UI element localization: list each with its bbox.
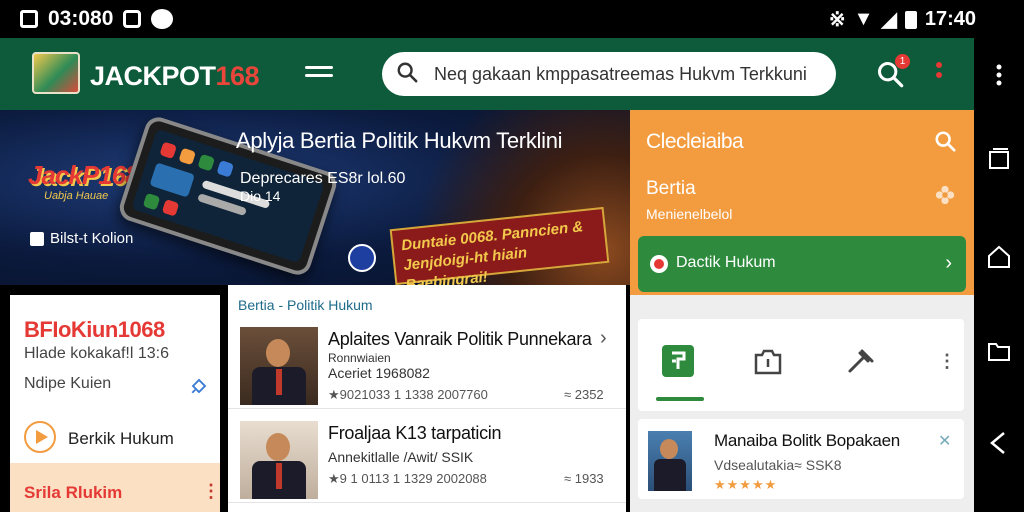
panel-title: Clecleiaiba [646,130,744,153]
close-icon[interactable]: ✕ [938,431,951,451]
tab-bar: ⋮ [638,319,964,411]
news-title: Aplaites Vanraik Politik Punnekara [328,329,592,349]
banner-logo: JackP168 [28,160,140,190]
search-icon [397,62,418,83]
tab-hammer-icon[interactable] [842,343,878,379]
tab-home-icon[interactable] [660,343,696,379]
status-left: 03:080 [20,7,174,31]
recent-apps-icon[interactable] [986,146,1012,172]
news-item[interactable]: Aplaites Vanraik Politik Punnekara Ronnw… [228,317,626,409]
news-list: Bertia - Politik Hukum Aplaites Vanraik … [228,285,626,512]
pin-icon[interactable] [190,377,208,395]
brand-text: JACKPOT [90,61,216,91]
app-brand[interactable]: JACKPOT168 [90,61,260,92]
status-right: ※ ▼ ◢ 17:40 [829,7,976,32]
active-tab-indicator [656,397,704,401]
panel-search-icon[interactable] [934,130,956,152]
chevron-right-icon[interactable]: › [600,327,607,350]
home-icon[interactable] [986,244,1012,270]
news-subtitle: Ronnwiaien [328,351,391,365]
search-input[interactable] [434,52,824,96]
search-bar[interactable] [382,52,836,96]
side-card-subtitle-2: Ndipe Kuien [24,375,112,392]
more-options-icon[interactable]: ⋮ [938,351,956,372]
side-card-title: BFIoKiun1068 [24,317,165,342]
news-item[interactable]: Froaljaa K13 tarpaticin Annekitlalle /Aw… [228,411,626,503]
chevron-right-icon: › [945,252,952,274]
overflow-icon[interactable] [986,62,1012,88]
banner-checkbox[interactable]: Bilst-t Kolion [30,230,133,247]
category-panel: Clecleiaiba Bertia Menienelbelol Dactik … [630,110,975,295]
right-panel: ⋮ Manaiba Bolitk Bopakaen Vdsealutakia≈ … [630,295,975,512]
side-card-footer-label: Srila Rlukim [24,483,123,502]
tab-share-icon[interactable] [750,343,786,379]
signal-icon: ◢ [881,9,897,31]
rating-stars: ★★★★★ [714,477,778,492]
side-card-footer[interactable]: Srila Rlukim ⋮ [10,463,220,512]
back-icon[interactable] [986,430,1012,456]
checkbox-label: Bilst-t Kolion [50,230,134,247]
record-icon [650,255,668,273]
news-thumbnail [240,327,318,405]
news-title: Froaljaa K13 tarpaticin [328,423,502,443]
related-item[interactable]: Manaiba Bolitk Bopakaen Vdsealutakia≈ SS… [638,419,964,499]
news-meta: ★9 1 0113 1 1329 2002088 [328,471,487,486]
seal-icon [348,244,376,272]
notification-badge: 1 [895,54,910,69]
banner-title: Aplyja Bertia Politik Hukvm Terklini [236,128,563,153]
news-subtitle: Annekitlalle /Awit/ SSIK [328,449,474,465]
menu-button[interactable] [305,66,333,82]
panel-subtitle: Bertia [646,178,696,199]
phone-screen: 03:080 ※ ▼ ◢ 17:40 JACKPOT168 1 JackP168… [0,0,1024,512]
chat-icon [151,9,174,29]
banner-logo-tagline: Uabja Hauae [44,190,109,202]
panel-subtitle-2: Menienelbelol [646,206,733,222]
play-label[interactable]: Berkik Hukum [68,429,174,449]
settings-icon [123,10,142,28]
related-thumbnail [648,431,692,491]
notification-icon [20,10,38,28]
wifi-icon: ▼ [853,8,874,30]
promo-banner[interactable]: JackP168 Uabja Hauae Bilst-t Kolion Aply… [0,110,630,285]
related-subtitle: Vdsealutakia≈ SSK8 [714,457,842,473]
category-link-button[interactable]: Dactik Hukum › [638,236,966,292]
news-thumbnail [240,421,318,499]
news-section-header: Bertia - Politik Hukum [238,297,373,313]
battery-icon [904,10,917,29]
more-options-icon[interactable]: ⋮ [202,481,220,502]
banner-subtitle: Deprecares ES8r lol.60 [240,170,406,187]
more-options-button[interactable] [936,62,944,88]
side-card-subtitle: Hlade kokakaf!l 13:6 [24,345,169,362]
flower-icon[interactable] [934,184,956,206]
category-link-label: Dactik Hukum [676,254,776,271]
bluetooth-icon: ※ [828,9,846,31]
checkbox-icon [30,231,44,246]
brand-number: 168 [215,61,260,91]
app-bar: JACKPOT168 1 [0,38,975,110]
news-count: ≈ 2352 [564,387,604,402]
news-meta: ★9021033 1 1338 2007760 [328,387,488,402]
app-logo-image[interactable] [32,52,80,94]
news-count: ≈ 1933 [564,471,604,486]
news-subtitle-2: Aceriet 1968082 [328,365,430,381]
system-nav-bar [974,38,1024,512]
folder-icon[interactable] [986,338,1012,364]
status-clock: 17:40 [924,8,976,30]
play-icon[interactable] [24,421,56,453]
side-card: BFIoKiun1068 Hlade kokakaf!l 13:6 Ndipe … [10,295,220,512]
status-time: 03:080 [48,7,114,30]
related-title: Manaiba Bolitk Bopakaen [714,431,900,450]
status-bar: 03:080 ※ ▼ ◢ 17:40 [0,0,1024,38]
banner-subtitle-2: Dio 14 [240,188,281,204]
